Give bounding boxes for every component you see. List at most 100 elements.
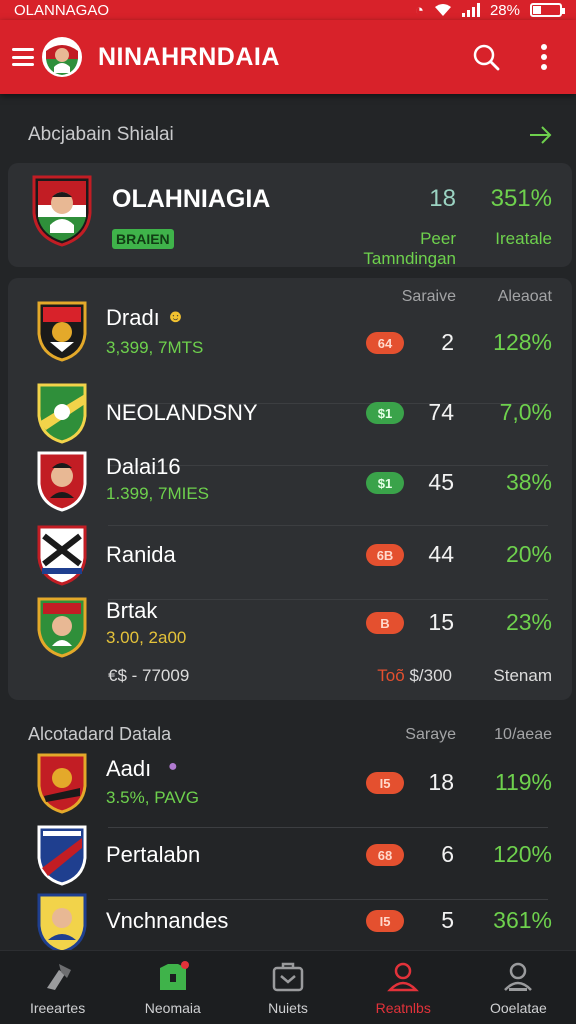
team-name: Ranida <box>106 542 176 567</box>
team-name: Dalai16 <box>106 454 181 479</box>
team-score: 74 <box>428 399 454 425</box>
list-item[interactable]: Dalai16 1.399, 7MIES $1 45 38% <box>8 450 572 526</box>
team-percent: 20% <box>505 541 552 567</box>
tools-icon <box>46 963 71 990</box>
status-bar: OLANNAGAO ◔ 28% <box>0 0 576 20</box>
status-badge: BRAIEN <box>112 229 174 249</box>
nav-item-profile[interactable]: Ooelatae <box>461 951 576 1024</box>
team-percent: 128% <box>493 329 552 355</box>
person-icon <box>387 962 420 991</box>
team-score: 5 <box>441 907 454 933</box>
team-score: 45 <box>428 469 454 495</box>
team-score: 15 <box>428 609 454 635</box>
nav-label: Neomaia <box>144 999 201 1016</box>
section-title: Abcjabain Shialai <box>28 124 174 145</box>
signal-icon <box>461 3 480 17</box>
nav-item-results[interactable]: Nuiets <box>230 951 345 1024</box>
nav-label: Ireeartes <box>29 999 86 1016</box>
team-percent: 7,0% <box>499 399 552 425</box>
team-crest <box>37 451 87 512</box>
profile-icon <box>504 962 533 991</box>
form-badge: $1 <box>366 472 404 494</box>
team-percent: 120% <box>493 841 552 867</box>
nav-item-standings[interactable]: Reatnlbs <box>346 951 461 1024</box>
emoji-icon: ● <box>168 758 178 775</box>
team-stat: 3,399, 7MTS <box>106 338 204 357</box>
form-badge: 64 <box>366 332 404 354</box>
featured-team-name: OLAHNIAGIA <box>112 185 271 213</box>
team-crest <box>37 301 87 362</box>
arrow-right-icon <box>530 126 552 144</box>
form-badge: $1 <box>366 402 404 424</box>
battery-text: 28% <box>489 1 520 19</box>
nav-label: Ooelatae <box>490 999 547 1016</box>
form-badge: I5 <box>366 772 404 794</box>
app-logo <box>42 37 82 77</box>
app-bar: NINAHRNDAIA <box>0 20 576 94</box>
team-crest <box>37 893 87 954</box>
form-badge: B <box>366 612 404 634</box>
team-name: NEOLANDSNY <box>106 400 258 425</box>
team-crest <box>37 753 87 814</box>
list-item[interactable]: Dradı ☻ 3,399, 7MTS 64 2 128% <box>8 301 572 404</box>
list-footer: €$ - 77009 Toõ $/300 Stenam <box>8 666 572 692</box>
section-title: Alcotadard Datala <box>28 724 172 744</box>
more-options-button[interactable] <box>524 37 564 77</box>
team-percent: 38% <box>505 469 552 495</box>
team-score: 2 <box>441 329 454 355</box>
footer-summary-label: Toõ <box>377 666 405 685</box>
app-title: NINAHRNDAIA <box>98 42 280 71</box>
list-item[interactable]: Ranida 6B 44 20% <box>8 524 572 600</box>
featured-section-header: Abcjabain Shialai <box>28 120 556 150</box>
team-crest <box>32 175 92 247</box>
team-percent: 119% <box>494 769 552 795</box>
list-item[interactable]: NEOLANDSNY $1 74 7,0% <box>8 382 572 466</box>
menu-icon[interactable] <box>12 48 34 66</box>
bottom-navigation: Ireeartes Neomaia Nuiets Reatnlbs Ooelat… <box>0 950 576 1024</box>
team-score: 6 <box>441 841 454 867</box>
nav-label: Nuiets <box>268 999 308 1016</box>
second-standings-list: Alcotadard Datala Saraye 10/aeae Aadı ● … <box>8 712 572 954</box>
team-crest <box>37 383 87 444</box>
nav-item-news[interactable]: Neomaia <box>115 951 230 1024</box>
list-item[interactable]: Pertalabn 68 6 120% <box>8 824 572 900</box>
column-header-score: Saraye <box>405 726 456 743</box>
footer-link[interactable]: Stenam <box>466 666 552 686</box>
search-button[interactable] <box>466 37 506 77</box>
team-name: Aadı <box>106 756 152 781</box>
carrier-label: OLANNAGAO <box>14 1 110 19</box>
team-stat: 3.00, 2a00 <box>106 628 187 647</box>
form-badge: 6B <box>366 544 404 566</box>
team-percent: 23% <box>505 609 552 635</box>
standings-list: Saraive Aleaoat Dradı ☻ 3,399, 7MTS 64 2… <box>8 278 572 700</box>
wifi-icon <box>434 4 451 16</box>
team-crest <box>37 525 87 586</box>
briefcase-icon <box>272 962 304 991</box>
search-icon <box>473 44 500 71</box>
featured-team-card[interactable]: OLAHNIAGIA BRAIEN 18 351% Peer Tamndinga… <box>8 163 572 268</box>
column-header-percent: Aleaoat <box>497 288 552 305</box>
column-header-score: Saraive <box>401 288 456 305</box>
team-crest <box>37 597 87 658</box>
nav-label: Reatnlbs <box>375 999 431 1016</box>
footer-summary: Toõ $/300 <box>308 666 452 686</box>
status-icons: ◔ 28% <box>415 1 565 19</box>
see-all-button[interactable] <box>526 120 556 150</box>
football-shirt-icon <box>159 960 189 990</box>
list-item[interactable]: Brtak 3.00, 2a00 B 15 23% <box>8 596 572 666</box>
featured-score: 18 <box>429 185 456 212</box>
nav-item-tools[interactable]: Ireeartes <box>0 951 115 1024</box>
battery-icon <box>530 3 565 17</box>
more-vertical-icon <box>541 44 547 70</box>
battery-level <box>533 6 541 14</box>
list-item[interactable]: Aadı ● 3.5%, PAVG I5 18 119% <box>8 752 572 828</box>
team-stat: 1.399, 7MIES <box>106 484 210 503</box>
column-header-percent: 10/aeae <box>494 726 552 743</box>
form-badge: I5 <box>366 910 404 932</box>
team-name: Vnchnandes <box>106 908 229 933</box>
team-stat: 3.5%, PAVG <box>106 788 199 807</box>
team-name: Dradı <box>106 305 160 330</box>
team-score: 44 <box>428 541 454 567</box>
featured-percent: 351% <box>490 185 552 212</box>
team-percent: 361% <box>493 907 552 933</box>
